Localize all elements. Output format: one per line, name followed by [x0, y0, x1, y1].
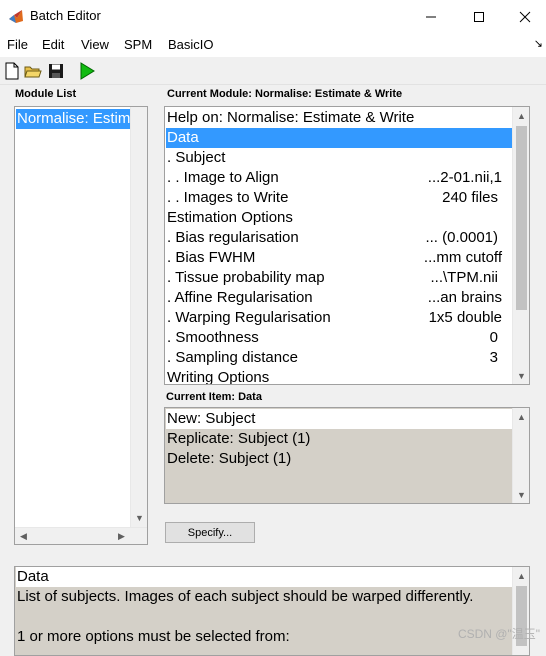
row-label: Writing Options	[167, 369, 270, 385]
row-value: ...an brains	[427, 289, 502, 306]
current-module-list[interactable]: Help on: Normalise: Estimate & Write Dat…	[164, 106, 530, 385]
module-list-hscroll[interactable]: ◀ ▶	[15, 527, 147, 544]
module-row[interactable]: . Affine Regularisation ...an brains	[166, 288, 512, 308]
row-label: Replicate: Subject (1)	[167, 430, 311, 447]
row-label: . Smoothness	[167, 329, 259, 346]
title-bar: Batch Editor	[0, 0, 546, 33]
menu-overflow-arrow-icon[interactable]: ↘	[534, 37, 543, 50]
scroll-down-icon[interactable]: ▼	[513, 367, 529, 384]
help-text: 1 or more options must be selected from:	[17, 628, 290, 645]
current-item-list[interactable]: New: Subject Replicate: Subject (1) Dele…	[164, 407, 530, 504]
current-item-label: Current Item: Data	[166, 391, 262, 403]
minimize-button[interactable]	[408, 0, 454, 33]
current-item-row[interactable]: Delete: Subject (1)	[166, 449, 513, 469]
scroll-left-icon[interactable]: ◀	[15, 528, 32, 544]
row-label: . . Images to Write	[167, 189, 289, 206]
row-value: ...2-01.nii,1	[427, 169, 502, 186]
help-text: List of subjects. Images of each subject…	[17, 588, 474, 605]
row-label: Help on: Normalise: Estimate & Write	[167, 109, 415, 126]
current-module-vscroll[interactable]: ▲ ▼	[512, 107, 529, 384]
row-value: 240 files	[442, 189, 498, 206]
scroll-up-icon[interactable]: ▲	[513, 107, 529, 124]
minimize-icon	[426, 16, 436, 17]
module-list-item[interactable]: Normalise: Estimate & Write	[16, 109, 130, 129]
module-row[interactable]: Estimation Options	[166, 208, 512, 228]
menu-basicio[interactable]: BasicIO	[168, 37, 214, 52]
row-label: Estimation Options	[167, 209, 293, 226]
row-label: . Tissue probability map	[167, 269, 325, 286]
module-row[interactable]: . Sampling distance 3	[166, 348, 512, 368]
scroll-down-icon[interactable]: ▼	[513, 486, 529, 503]
module-row[interactable]: . Smoothness 0	[166, 328, 512, 348]
row-label: . Bias regularisation	[167, 229, 299, 246]
row-value: 0	[489, 329, 498, 346]
menu-view[interactable]: View	[81, 37, 109, 52]
module-list[interactable]: Normalise: Estimate & Write ▼ ◀ ▶	[14, 106, 148, 545]
row-label: Data	[167, 129, 199, 146]
module-list-item-label: Normalise: Estimate & Write	[17, 110, 130, 127]
menu-spm[interactable]: SPM	[124, 37, 152, 52]
scroll-up-icon[interactable]: ▲	[513, 567, 529, 584]
row-label: . Sampling distance	[167, 349, 298, 366]
maximize-icon	[474, 11, 484, 22]
module-row[interactable]: Help on: Normalise: Estimate & Write	[166, 108, 512, 128]
menu-file[interactable]: File	[7, 37, 28, 52]
module-list-label: Module List	[15, 88, 77, 100]
specify-button[interactable]: Specify...	[165, 522, 255, 543]
current-item-row[interactable]: New: Subject	[166, 409, 513, 429]
close-icon	[519, 11, 531, 22]
row-label: . . Image to Align	[167, 169, 279, 186]
scroll-down-icon[interactable]: ▼	[131, 509, 147, 526]
current-item-vscroll[interactable]: ▲ ▼	[512, 408, 529, 503]
module-row[interactable]: . . Images to Write 240 files	[166, 188, 512, 208]
close-button[interactable]	[502, 0, 546, 33]
watermark: CSDN @"温玉"	[457, 627, 540, 641]
scroll-thumb[interactable]	[516, 126, 527, 310]
help-line	[16, 607, 513, 627]
module-row[interactable]: . . Image to Align ...2-01.nii,1	[166, 168, 512, 188]
module-row[interactable]: . Tissue probability map ...\TPM.nii	[166, 268, 512, 288]
menu-bar: File Edit View SPM BasicIO ↘	[0, 33, 546, 57]
module-row-selected[interactable]: Data	[166, 128, 512, 148]
toolbar	[0, 57, 546, 85]
module-list-vscroll[interactable]: ▼	[130, 107, 147, 527]
help-text: Data	[17, 568, 49, 585]
save-icon[interactable]	[47, 62, 65, 80]
module-row[interactable]: . Warping Regularisation 1x5 double	[166, 308, 512, 328]
window-title: Batch Editor	[30, 8, 101, 23]
module-row[interactable]: Writing Options	[166, 368, 512, 385]
row-value: ...mm cutoff	[423, 249, 502, 266]
row-label: Delete: Subject (1)	[167, 450, 292, 467]
help-line: Data	[16, 567, 513, 587]
maximize-button[interactable]	[456, 0, 502, 33]
new-file-icon[interactable]	[3, 62, 21, 80]
module-row[interactable]: . Subject	[166, 148, 512, 168]
row-label: . Subject	[167, 149, 226, 166]
scroll-up-icon[interactable]: ▲	[513, 408, 529, 425]
menu-edit[interactable]: Edit	[42, 37, 64, 52]
scroll-right-icon[interactable]: ▶	[113, 528, 130, 544]
current-item-row[interactable]: Replicate: Subject (1)	[166, 429, 513, 449]
module-row[interactable]: . Bias regularisation ... (0.0001)	[166, 228, 512, 248]
row-value: 3	[489, 349, 498, 366]
row-label: . Warping Regularisation	[167, 309, 331, 326]
row-label: . Affine Regularisation	[167, 289, 313, 306]
run-icon[interactable]	[78, 62, 96, 80]
help-panel[interactable]: Data List of subjects. Images of each su…	[14, 566, 530, 656]
row-label: New: Subject	[167, 410, 256, 427]
current-module-label: Current Module: Normalise: Estimate & Wr…	[167, 88, 403, 100]
row-value: 1x5 double	[428, 309, 502, 326]
help-line: List of subjects. Images of each subject…	[16, 587, 513, 607]
open-folder-icon[interactable]	[24, 62, 42, 80]
module-row[interactable]: . Bias FWHM ...mm cutoff	[166, 248, 512, 268]
help-line: 1 or more options must be selected from:	[16, 627, 513, 647]
row-value: ...\TPM.nii	[430, 269, 498, 286]
row-value: ... (0.0001)	[425, 229, 498, 246]
row-label: . Bias FWHM	[167, 249, 256, 266]
matlab-logo-icon	[9, 10, 23, 23]
